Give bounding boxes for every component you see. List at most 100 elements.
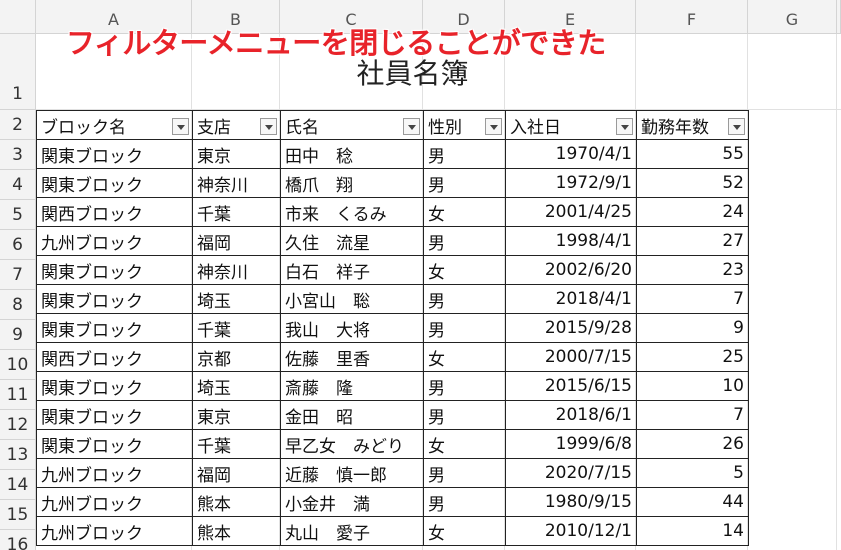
cell[interactable]: 埼玉 <box>192 284 281 314</box>
filter-dropdown-icon[interactable] <box>172 118 189 135</box>
cell[interactable]: 2018/6/1 <box>505 400 637 430</box>
cell[interactable]: 千葉 <box>192 313 281 343</box>
header-cell-name[interactable]: 氏名 <box>280 110 424 140</box>
cell[interactable]: 京都 <box>192 342 281 372</box>
cell[interactable]: 関西ブロック <box>36 342 193 372</box>
cell[interactable]: 男 <box>423 226 506 256</box>
cell[interactable]: 福岡 <box>192 458 281 488</box>
header-cell-hire-date[interactable]: 入社日 <box>505 110 637 140</box>
row-header-14[interactable]: 14 <box>0 470 36 500</box>
cell[interactable]: 関東ブロック <box>36 139 193 169</box>
cell[interactable]: 小金井 満 <box>280 487 424 517</box>
filter-dropdown-icon[interactable] <box>728 118 745 135</box>
cell[interactable]: 熊本 <box>192 516 281 546</box>
column-header-g[interactable]: G <box>748 0 837 34</box>
cell[interactable]: 44 <box>636 487 749 517</box>
cell[interactable]: 関東ブロック <box>36 313 193 343</box>
cell[interactable]: 九州ブロック <box>36 458 193 488</box>
cell[interactable]: 佐藤 里香 <box>280 342 424 372</box>
row-header-2[interactable]: 2 <box>0 110 36 140</box>
cell[interactable]: 2020/7/15 <box>505 458 637 488</box>
row-header-15[interactable]: 15 <box>0 500 36 530</box>
cell[interactable]: 1970/4/1 <box>505 139 637 169</box>
cell[interactable]: 関東ブロック <box>36 429 193 459</box>
header-cell-gender[interactable]: 性別 <box>423 110 506 140</box>
cell[interactable]: 男 <box>423 139 506 169</box>
cell[interactable]: 27 <box>636 226 749 256</box>
cell[interactable]: 金田 昭 <box>280 400 424 430</box>
cell[interactable]: 25 <box>636 342 749 372</box>
select-all-corner[interactable] <box>0 0 36 34</box>
cell[interactable]: 7 <box>636 400 749 430</box>
row-header-1[interactable]: 1 <box>0 34 36 110</box>
filter-dropdown-icon[interactable] <box>485 118 502 135</box>
cell[interactable]: 丸山 愛子 <box>280 516 424 546</box>
cell[interactable]: 男 <box>423 284 506 314</box>
cell[interactable]: 24 <box>636 197 749 227</box>
cell[interactable]: 男 <box>423 168 506 198</box>
cell[interactable]: 女 <box>423 197 506 227</box>
cell[interactable]: 神奈川 <box>192 255 281 285</box>
row-header-7[interactable]: 7 <box>0 260 36 290</box>
cell[interactable]: 千葉 <box>192 197 281 227</box>
filter-dropdown-icon[interactable] <box>403 118 420 135</box>
cell[interactable]: 近藤 慎一郎 <box>280 458 424 488</box>
cell[interactable]: 田中 稔 <box>280 139 424 169</box>
cell[interactable]: 橋爪 翔 <box>280 168 424 198</box>
cell[interactable]: 白石 祥子 <box>280 255 424 285</box>
header-cell-block[interactable]: ブロック名 <box>36 110 193 140</box>
row-header-5[interactable]: 5 <box>0 200 36 230</box>
cell[interactable]: 1999/6/8 <box>505 429 637 459</box>
cell[interactable]: 関東ブロック <box>36 371 193 401</box>
cell[interactable]: 小宮山 聡 <box>280 284 424 314</box>
cell[interactable]: 関東ブロック <box>36 255 193 285</box>
cell[interactable]: 埼玉 <box>192 371 281 401</box>
cell[interactable]: 1980/9/15 <box>505 487 637 517</box>
cell[interactable]: 関東ブロック <box>36 168 193 198</box>
cell[interactable]: 関東ブロック <box>36 400 193 430</box>
row-header-3[interactable]: 3 <box>0 140 36 170</box>
cell[interactable]: 男 <box>423 487 506 517</box>
row-header-13[interactable]: 13 <box>0 440 36 470</box>
cell[interactable]: 九州ブロック <box>36 487 193 517</box>
cell[interactable]: 早乙女 みどり <box>280 429 424 459</box>
row-header-8[interactable]: 8 <box>0 290 36 320</box>
cell[interactable]: 東京 <box>192 139 281 169</box>
cell[interactable]: 斎藤 隆 <box>280 371 424 401</box>
row-header-12[interactable]: 12 <box>0 410 36 440</box>
cell[interactable]: 1972/9/1 <box>505 168 637 198</box>
cell[interactable]: 55 <box>636 139 749 169</box>
row-header-9[interactable]: 9 <box>0 320 36 350</box>
cell[interactable]: 福岡 <box>192 226 281 256</box>
cell[interactable]: 14 <box>636 516 749 546</box>
row-header-4[interactable]: 4 <box>0 170 36 200</box>
cell[interactable]: 5 <box>636 458 749 488</box>
cell[interactable]: 久住 流星 <box>280 226 424 256</box>
cell[interactable]: 男 <box>423 458 506 488</box>
cell[interactable]: 関西ブロック <box>36 197 193 227</box>
column-header-h[interactable] <box>837 0 841 34</box>
cell[interactable]: 2010/12/1 <box>505 516 637 546</box>
cell[interactable]: 2001/4/25 <box>505 197 637 227</box>
cell[interactable]: 1998/4/1 <box>505 226 637 256</box>
cell[interactable]: 2015/9/28 <box>505 313 637 343</box>
cell[interactable]: 市来 くるみ <box>280 197 424 227</box>
cell[interactable]: 関東ブロック <box>36 284 193 314</box>
cell[interactable]: 女 <box>423 255 506 285</box>
column-header-f[interactable]: F <box>636 0 748 34</box>
filter-dropdown-icon[interactable] <box>260 118 277 135</box>
cell[interactable]: 23 <box>636 255 749 285</box>
header-cell-branch[interactable]: 支店 <box>192 110 281 140</box>
cell[interactable]: 男 <box>423 313 506 343</box>
cell[interactable]: 我山 大将 <box>280 313 424 343</box>
cell[interactable]: 10 <box>636 371 749 401</box>
cell[interactable]: 26 <box>636 429 749 459</box>
row-header-10[interactable]: 10 <box>0 350 36 380</box>
cell[interactable]: 7 <box>636 284 749 314</box>
cell[interactable]: 52 <box>636 168 749 198</box>
cell[interactable]: 九州ブロック <box>36 226 193 256</box>
cell[interactable]: 2000/7/15 <box>505 342 637 372</box>
cell[interactable]: 2015/6/15 <box>505 371 637 401</box>
cell[interactable]: 女 <box>423 516 506 546</box>
row-header-16[interactable]: 16 <box>0 530 36 550</box>
